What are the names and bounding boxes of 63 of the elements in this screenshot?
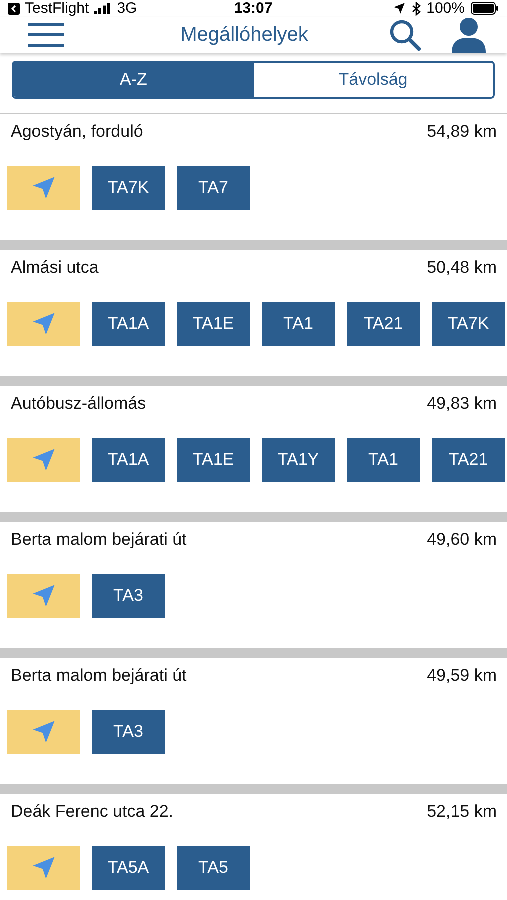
stop-name: Berta malom bejárati út bbox=[11, 666, 187, 686]
stop-name: Deák Ferenc utca 22. bbox=[11, 802, 174, 822]
user-icon bbox=[451, 17, 487, 53]
route-chip[interactable]: TA1 bbox=[262, 302, 335, 346]
stop-distance: 49,83 km bbox=[427, 394, 497, 414]
route-chip[interactable]: TA21 bbox=[432, 438, 505, 482]
route-chip[interactable]: TA1A bbox=[92, 302, 165, 346]
route-chip[interactable]: TA1E bbox=[177, 438, 250, 482]
signal-icon bbox=[94, 3, 112, 14]
stop-distance: 50,48 km bbox=[427, 258, 497, 278]
navigation-arrow-icon bbox=[30, 719, 56, 745]
route-chip[interactable]: TA1A bbox=[92, 438, 165, 482]
segment-tab[interactable]: A-Z bbox=[14, 63, 254, 97]
stop-card[interactable]: Berta malom bejárati út 49,59 km TA3 bbox=[0, 658, 507, 784]
stop-name: Autóbusz-állomás bbox=[11, 394, 146, 414]
navigation-arrow-icon bbox=[30, 447, 56, 473]
back-app-label[interactable]: TestFlight bbox=[25, 0, 90, 17]
route-chip[interactable]: TA5 bbox=[177, 846, 250, 890]
location-icon bbox=[392, 2, 406, 15]
navigate-button[interactable] bbox=[7, 302, 80, 346]
stop-distance: 54,89 km bbox=[427, 122, 497, 142]
stop-distance: 49,60 km bbox=[427, 530, 497, 550]
profile-button[interactable] bbox=[451, 17, 487, 53]
back-icon[interactable] bbox=[8, 2, 20, 14]
navigation-arrow-icon bbox=[30, 175, 56, 201]
bluetooth-icon bbox=[412, 2, 421, 16]
route-chip[interactable]: TA21 bbox=[347, 302, 420, 346]
route-chip[interactable]: TA1 bbox=[347, 438, 420, 482]
battery-icon bbox=[471, 2, 499, 15]
route-chip[interactable]: TA3 bbox=[92, 574, 165, 618]
navigate-button[interactable] bbox=[7, 438, 80, 482]
stop-card[interactable]: Agostyán, forduló 54,89 km TA7K TA7 bbox=[0, 114, 507, 240]
stop-name: Almási utca bbox=[11, 258, 99, 278]
navigation-arrow-icon bbox=[30, 855, 56, 881]
search-icon bbox=[389, 19, 421, 51]
stop-distance: 49,59 km bbox=[427, 666, 497, 686]
route-chip[interactable]: TA1E bbox=[177, 302, 250, 346]
route-chip[interactable]: TA3 bbox=[92, 710, 165, 754]
page-title: Megállóhelyek bbox=[180, 24, 310, 46]
stop-card[interactable]: Almási utca 50,48 km TA1A TA1E TA1 TA21 TA7K bbox=[0, 250, 507, 376]
network-label: 3G bbox=[117, 0, 138, 17]
menu-icon bbox=[28, 22, 64, 48]
stop-name: Agostyán, forduló bbox=[11, 122, 144, 142]
navigate-button[interactable] bbox=[7, 574, 80, 618]
stop-distance: 52,15 km bbox=[427, 802, 497, 822]
menu-button[interactable] bbox=[28, 22, 64, 48]
stop-card[interactable]: Deák Ferenc utca 22. 52,15 km TA5A TA5 bbox=[0, 794, 507, 900]
battery-percent: 100% bbox=[426, 0, 465, 17]
stop-name: Berta malom bejárati út bbox=[11, 530, 187, 550]
navigate-button[interactable] bbox=[7, 846, 80, 890]
stop-card[interactable]: Autóbusz-állomás 49,83 km TA1A TA1E TA1Y TA1 TA21 bbox=[0, 386, 507, 512]
navigate-button[interactable] bbox=[7, 710, 80, 754]
navigation-arrow-icon bbox=[30, 583, 56, 609]
status-time: 13:07 bbox=[234, 0, 273, 17]
route-chip[interactable]: TA7K bbox=[92, 166, 165, 210]
navigation-arrow-icon bbox=[30, 311, 56, 337]
stop-card[interactable]: Berta malom bejárati út 49,60 km TA3 bbox=[0, 522, 507, 648]
navigate-button[interactable] bbox=[7, 166, 80, 210]
route-chip[interactable]: TA5A bbox=[92, 846, 165, 890]
route-chip[interactable]: TA7 bbox=[177, 166, 250, 210]
route-chip[interactable]: TA1Y bbox=[262, 438, 335, 482]
search-button[interactable] bbox=[389, 19, 421, 51]
route-chip[interactable]: TA7K bbox=[432, 302, 505, 346]
